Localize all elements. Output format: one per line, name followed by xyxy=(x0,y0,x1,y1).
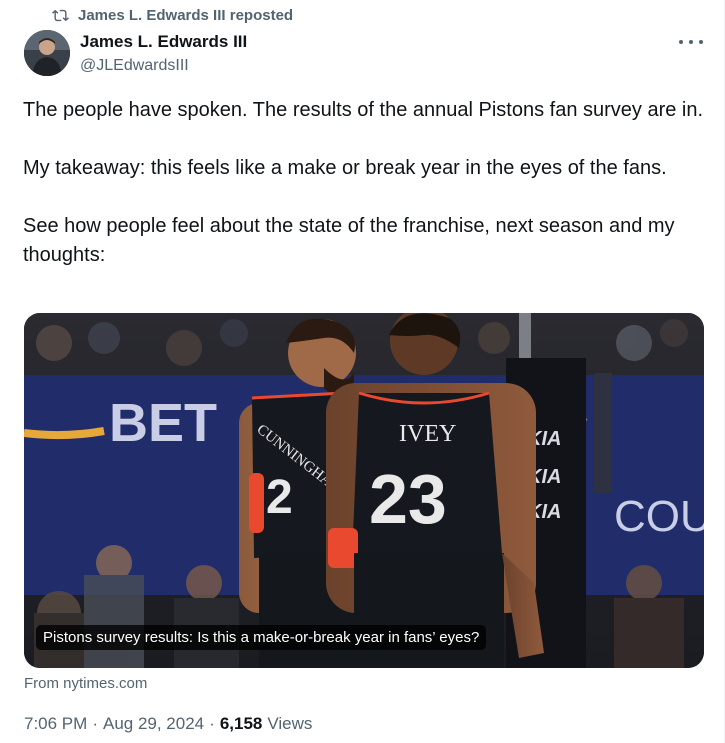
more-dot-icon xyxy=(699,40,703,44)
views-count[interactable]: 6,158 xyxy=(220,714,263,734)
tweet-text: The people have spoken. The results of t… xyxy=(23,96,708,270)
tweet-paragraph: My takeaway: this feels like a make or b… xyxy=(23,157,667,179)
sponsor-text-right: COU xyxy=(614,492,704,541)
tweet-meta: 7:06 PM · Aug 29, 2024 · 6,158 Views xyxy=(24,714,312,734)
author-info[interactable]: James L. Edwards III @JLEdwardsIII xyxy=(80,32,247,77)
avatar[interactable] xyxy=(24,30,70,76)
jersey-number-ivey: 23 xyxy=(369,460,447,538)
more-options-button[interactable] xyxy=(679,36,703,48)
more-dot-icon xyxy=(689,40,693,44)
author-handle[interactable]: @JLEdwardsIII xyxy=(80,55,247,77)
meta-separator: · xyxy=(209,714,215,733)
tweet-time[interactable]: 7:06 PM xyxy=(24,714,87,734)
sponsor-text-left: BET xyxy=(109,393,217,453)
tweet-paragraph: See how people feel about the state of t… xyxy=(23,215,675,266)
repost-indicator[interactable]: James L. Edwards III reposted xyxy=(52,5,293,25)
repost-label: James L. Edwards III reposted xyxy=(78,6,294,24)
author-name[interactable]: James L. Edwards III xyxy=(80,32,247,52)
card-source[interactable]: From nytimes.com xyxy=(24,675,147,692)
more-dot-icon xyxy=(679,40,683,44)
tweet-paragraph: The people have spoken. The results of t… xyxy=(23,99,704,121)
link-card[interactable]: BET COU KIA KIA KIA CUNNINGHAM 2 IVEY 23… xyxy=(24,313,704,668)
card-image: BET COU KIA KIA KIA CUNNINGHAM 2 IVEY 23 xyxy=(24,313,704,668)
tweet-date[interactable]: Aug 29, 2024 xyxy=(103,714,204,734)
jersey-name-ivey: IVEY xyxy=(399,421,456,447)
meta-separator: · xyxy=(92,714,98,733)
jersey-number-cunningham: 2 xyxy=(266,471,293,524)
card-caption: Pistons survey results: Is this a make-o… xyxy=(36,625,487,650)
views-label[interactable]: Views xyxy=(267,714,312,734)
repost-icon xyxy=(52,9,69,21)
